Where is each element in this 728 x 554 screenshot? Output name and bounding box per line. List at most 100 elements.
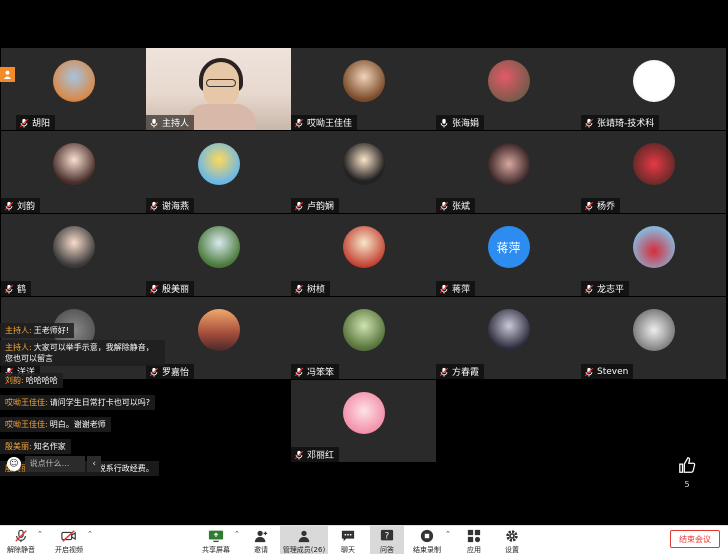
tree-photo-icon [197,226,240,268]
start-video-button[interactable]: 开启视频 [52,526,86,554]
participant-tile[interactable]: 树桢 [291,214,436,296]
chat-message: 主持人: 王老师好! [0,323,74,338]
participant-tile[interactable]: 杨乔 [581,131,726,213]
mic-icon [439,118,449,128]
mic-muted-icon [439,284,449,294]
flowers-photo-icon [487,60,530,102]
mic-muted-icon [439,201,449,211]
participant-name-bar: 龙志平 [581,281,630,296]
record-stop-icon [419,528,435,544]
mic-muted-icon [294,367,304,377]
participant-name-bar: 主持人 [146,115,195,130]
cartoon-girl-icon [52,143,95,185]
invite-button[interactable]: 邀请 [249,526,273,554]
mic-muted-icon [294,284,304,294]
participant-tile[interactable]: 谢海燕 [146,131,291,213]
participant-name: 龙志平 [597,285,625,295]
manage-participants-button[interactable]: 管理成员(26) [280,526,328,554]
participant-tile[interactable]: 张靖琦-技术科 [581,48,726,130]
participant-tile[interactable]: 殷美丽 [146,214,291,296]
chat-message: 殷美丽: 知名作家 [0,439,71,454]
chat-message: 哎呦王佳佳: 明白。谢谢老师 [0,417,111,432]
meeting-window: 胡阳 主持人 哎呦王佳佳 张海娟 张靖琦-技术科 刘韵 谢海燕 卢韵娴 张斌 杨乔鹤 殷美丽 树桢 蒋萍… [0,0,728,554]
chat-sender: 哎呦王佳佳: [5,398,48,407]
chat-text: 明白。谢谢老师 [49,420,106,429]
chat-sender: 哎呦王佳佳: [5,420,48,429]
participant-tile[interactable]: 龙志平 [581,214,726,296]
mic-muted-icon [584,367,594,377]
chat-collapse-button[interactable]: ‹ [87,456,101,472]
mic-muted-icon [294,201,304,211]
chat-text: 请问学生日常打卡也可以吗? [49,398,150,407]
participant-tile[interactable]: 卢韵娴 [291,131,436,213]
meeting-toolbar: 解除静音 ⌃ 开启视频 ⌃ 共享屏幕 ⌃ 邀请 管理成员(26) 聊天 ? 问答 [0,525,728,554]
participant-tile[interactable]: 张海娟 [436,48,581,130]
chat-overlay: 主持人: 王老师好! 主持人: 大家可以举手示意，我解除静音，您也可以留言 刘韵: 哈哈哈… [0,318,180,478]
mic-muted-icon [584,201,594,211]
mic-muted-icon [149,201,159,211]
participant-name-bar: 张海娟 [436,115,485,130]
mic-muted-icon [149,284,159,294]
participant-tile[interactable]: 蒋萍 蒋萍 [436,214,581,296]
participant-name: 杨乔 [597,202,616,212]
end-meeting-button[interactable]: 结束会议 [670,530,720,548]
participant-tile[interactable]: 张斌 [436,131,581,213]
like-button[interactable]: 5 [676,456,698,489]
participant-name-bar: 胡阳 [16,115,56,130]
chat-button[interactable]: 聊天 [336,526,360,554]
chat-input[interactable]: 说点什么... [24,456,86,472]
participant-name-bar: 殷美丽 [146,281,195,296]
participant-name-bar: 张斌 [436,198,476,213]
cartoon-boy-icon [52,226,95,268]
question-icon: ? [379,528,395,544]
participant-tile[interactable]: 主持人 [146,48,291,130]
end-recording-button[interactable]: 结束录制 [410,526,444,554]
participant-tile[interactable]: 胡阳 [1,48,146,130]
video-options-chevron-icon[interactable]: ⌃ [87,530,93,538]
participant-tile[interactable]: 冯笨笨 [291,297,436,379]
emoji-icon[interactable]: ☺ [7,457,21,471]
participant-name: 冯笨笨 [307,368,335,378]
participant-name: 蒋萍 [452,285,471,295]
participant-name-bar: 谢海燕 [146,198,195,213]
settings-button[interactable]: 设置 [500,526,524,554]
participant-tile[interactable]: 哎呦王佳佳 [291,48,436,130]
mic-muted-icon [439,367,449,377]
participant-tile[interactable]: 刘韵 [1,131,146,213]
participant-tile[interactable]: 方春霞 [436,297,581,379]
cartoon-girl-bow-icon [342,143,385,185]
participant-name: 张靖琦-技术科 [597,119,655,129]
recording-options-chevron-icon[interactable]: ⌃ [445,530,451,538]
participants-icon [296,528,312,544]
participant-name: 谢海燕 [162,202,190,212]
participant-name-bar: 刘韵 [1,198,41,213]
audio-options-chevron-icon[interactable]: ⌃ [37,530,43,538]
participant-name: 邓丽红 [307,451,335,461]
unmute-button[interactable]: 解除静音 [5,526,37,554]
mic-muted-icon [19,118,29,128]
qa-button[interactable]: ? 问答 [370,526,404,554]
participant-tile[interactable]: 邓丽红 [291,380,436,462]
participant-name-bar: 哎呦王佳佳 [291,115,358,130]
chat-text: 知名作家 [33,442,66,451]
cartoon-girl-pink-icon [342,392,385,434]
invite-user-icon [253,528,269,544]
participant-name-bar: 冯笨笨 [291,364,340,379]
chat-message: 主持人: 大家可以举手示意，我解除静音，您也可以留言 [0,340,165,366]
participant-tile[interactable]: Steven [581,297,726,379]
chat-text: 哈哈哈哈 [25,376,58,385]
mic-muted-icon [4,284,14,294]
participant-name-bar: 邓丽红 [291,447,340,462]
participant-tile[interactable]: 鹤 [1,214,146,296]
gear-icon [504,528,520,544]
share-screen-button[interactable]: 共享屏幕 [199,526,233,554]
chat-input-bar: ☺ 说点什么... ‹ [7,455,101,473]
share-options-chevron-icon[interactable]: ⌃ [234,530,240,538]
mic-muted-icon [294,118,304,128]
participant-name: Steven [597,366,629,377]
apps-button[interactable]: 应用 [462,526,486,554]
participant-name: 胡阳 [32,119,51,129]
participant-name: 方春霞 [452,368,480,378]
svg-text:?: ? [385,532,390,542]
participant-name-bar: 卢韵娴 [291,198,340,213]
